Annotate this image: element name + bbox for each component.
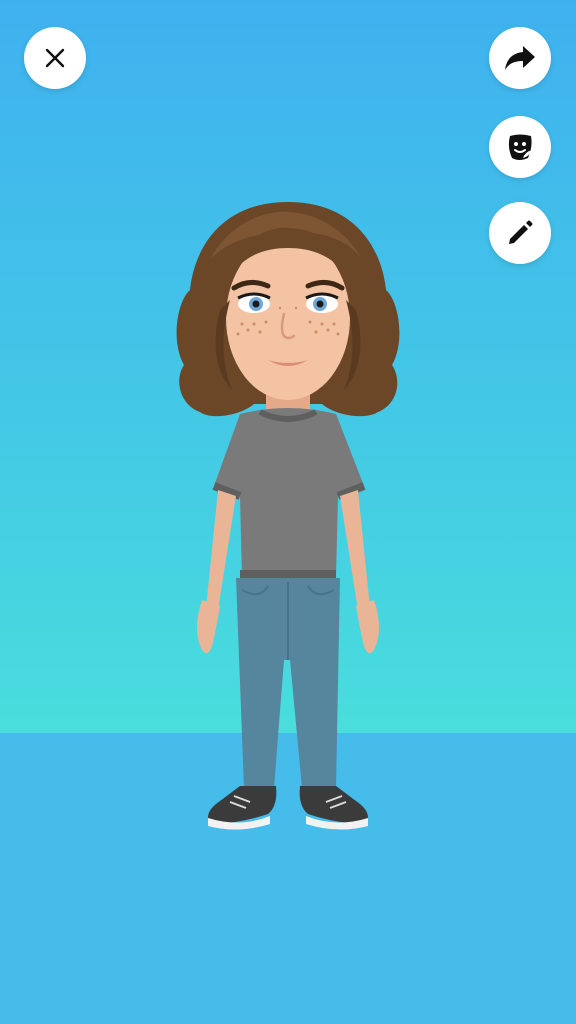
avatar-sticker-icon bbox=[504, 131, 536, 163]
avatar-viewer-screen bbox=[0, 0, 576, 1024]
avatar-stickers-button[interactable] bbox=[489, 116, 551, 178]
share-button[interactable] bbox=[489, 27, 551, 89]
edit-avatar-button[interactable] bbox=[489, 202, 551, 264]
close-icon bbox=[43, 46, 67, 70]
close-button[interactable] bbox=[24, 27, 86, 89]
pencil-icon bbox=[506, 219, 534, 247]
share-arrow-icon bbox=[504, 44, 536, 72]
avatar-figure bbox=[150, 190, 426, 850]
